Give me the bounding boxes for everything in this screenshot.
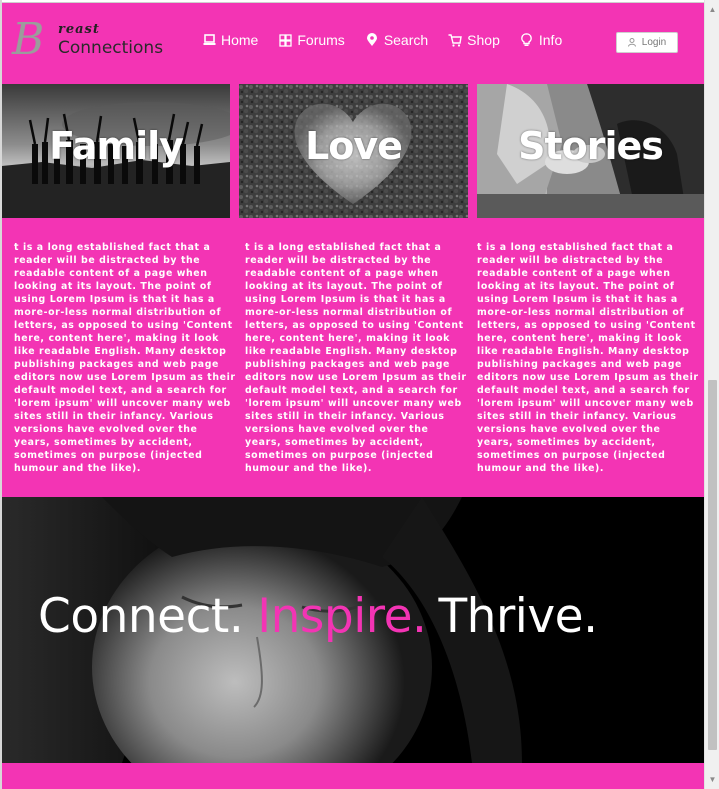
logo-name: Connections [58, 38, 164, 58]
tagline-connect: Connect. [38, 589, 244, 644]
main-nav: Home Forums Search Shop Info [202, 32, 582, 48]
scroll-down-arrow-icon[interactable]: ▼ [705, 772, 719, 787]
nav-forums-label: Forums [297, 32, 345, 48]
card-stories-text: t is a long established fact that a read… [477, 242, 699, 474]
nav-search[interactable]: Search [365, 32, 428, 48]
logo-script-text: reast [58, 22, 100, 37]
nav-info[interactable]: Info [520, 32, 562, 48]
logo-letter: B [12, 14, 45, 65]
card-family-image[interactable]: Family [2, 84, 230, 218]
nav-forums[interactable]: Forums [278, 32, 345, 48]
card-family-text: t is a long established fact that a read… [14, 242, 236, 474]
lightbulb-icon [520, 33, 534, 47]
user-icon [627, 38, 636, 47]
card-love-text: t is a long established fact that a read… [245, 242, 467, 474]
login-label: Login [641, 37, 667, 48]
login-button[interactable]: Login [616, 32, 678, 53]
nav-shop-label: Shop [467, 32, 500, 48]
card-stories-image[interactable]: Stories [477, 84, 704, 218]
hero-tagline: Connect. Inspire. Thrive. [38, 589, 598, 644]
card-family-title: Family [49, 124, 184, 168]
nav-shop[interactable]: Shop [448, 32, 500, 48]
scroll-thumb[interactable] [708, 380, 717, 750]
site-header: B reast Connections Home Forums Search S… [2, 4, 704, 82]
hero-banner: Connect. Inspire. Thrive. [2, 497, 704, 763]
card-stories-title: Stories [518, 124, 664, 168]
map-pin-icon [365, 33, 379, 47]
cart-icon [448, 33, 462, 47]
page-scrollbar[interactable]: ▲ ▼ [704, 0, 719, 789]
puzzle-icon [278, 33, 292, 47]
tagline-inspire: Inspire. [257, 589, 427, 644]
card-love-title: Love [305, 124, 403, 168]
scroll-up-arrow-icon[interactable]: ▲ [705, 2, 719, 17]
tagline-thrive: Thrive. [438, 589, 598, 644]
laptop-icon [202, 33, 216, 47]
site-logo[interactable]: B reast Connections [12, 14, 164, 65]
nav-home-label: Home [221, 32, 259, 48]
nav-home[interactable]: Home [202, 32, 258, 48]
page-top-border [0, 0, 719, 3]
nav-info-label: Info [538, 32, 563, 48]
nav-search-label: Search [383, 32, 429, 48]
card-love-image[interactable]: Love [239, 84, 468, 218]
